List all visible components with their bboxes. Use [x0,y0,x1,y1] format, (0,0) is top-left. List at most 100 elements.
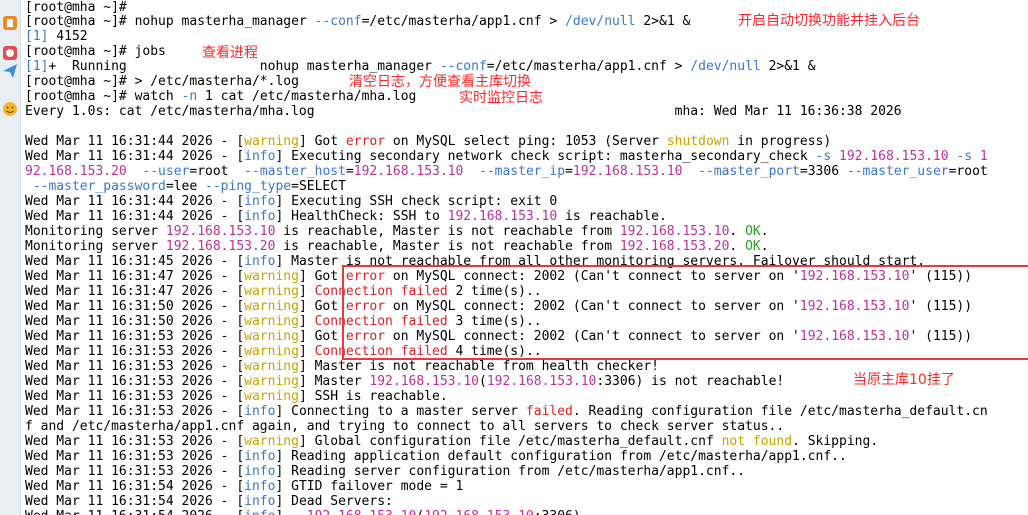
terminal-text-segment: Wed Mar 11 16:31:53 2026 - [ [25,389,245,404]
terminal-line: Wed Mar 11 16:31:53 2026 - [warning] Glo… [25,434,878,449]
terminal-text-segment: Wed Mar 11 16:31:53 2026 - [ [25,359,245,374]
terminal-text-segment: --master_host [244,164,346,179]
terminal-text-segment: 1 [979,149,988,164]
terminal-line: [1] 4152 [25,29,88,44]
terminal-text-segment: 192.168.153.10 [165,224,276,239]
terminal-text-segment: 4152 [48,29,88,44]
terminal-line: [root@mha ~]# [25,0,127,15]
terminal-text-segment: info [244,194,276,209]
terminal-text-segment: 192.168.153.10 [619,224,730,239]
terminal-text-segment: ] Reading application default configurat… [275,449,847,464]
terminal-text-segment: ] [298,314,315,329]
send-icon[interactable] [1,62,19,80]
terminal-text-segment: ] Got [298,329,346,344]
terminal-text-segment: Wed Mar 11 16:31:44 2026 - [ [25,134,245,149]
terminal-text-segment: 192.168.153.10 [369,374,479,389]
terminal-text-segment: 2>&1 & [635,14,691,29]
terminal-text-segment: . Reading configuration file /etc/master… [572,404,988,419]
terminal-text-segment: :3306) [534,509,581,515]
terminal-text-segment: warning [244,434,299,449]
terminal-text-segment: --master_user [846,164,949,179]
terminal-text-segment: info [244,479,276,494]
terminal-line: Wed Mar 11 16:31:54 2026 - [info] 192.16… [25,509,581,515]
terminal-line: [root@mha ~]# watch -n 1 cat /etc/master… [25,89,416,104]
app-icon-red[interactable] [1,44,19,62]
app-icon-orange[interactable] [1,14,19,32]
terminal-text-segment: is reachable. [557,209,667,224]
terminal-line: Wed Mar 11 16:31:44 2026 - [info] Health… [25,209,667,224]
terminal-text-segment: warning [244,374,299,389]
terminal-text-segment: Wed Mar 11 16:31:44 2026 - [ [25,149,245,164]
terminal-text-segment: Wed Mar 11 16:31:47 2026 - [ [25,284,245,299]
terminal-text-segment: warning [244,329,299,344]
terminal-text-segment: -s [956,149,973,164]
terminal-text-segment: Wed Mar 11 16:31:50 2026 - [ [25,299,245,314]
terminal-line: --master_password=lee --ping_type=SELECT [25,179,346,194]
terminal-text-segment: shutdown [666,134,730,149]
terminal-text-segment: not found [721,434,793,449]
terminal-text-segment: Wed Mar 11 16:31:53 2026 - [ [25,374,245,389]
terminal-text-segment: ( [478,374,487,389]
terminal-text-segment: 192.168.153.20 [165,239,276,254]
emoji-icon[interactable] [1,100,19,118]
terminal-line: Monitoring server 192.168.153.20 is reac… [25,239,769,254]
terminal-text-segment: --conf [314,14,362,29]
terminal-text-segment: Wed Mar 11 16:31:54 2026 - [ [25,509,244,515]
left-taskbar [0,0,21,515]
terminal-text-segment: . [760,224,769,239]
terminal-text-segment: --ping_type [205,179,292,194]
terminal-text-segment: :3306) is not reachable! [596,374,785,389]
terminal-line: Wed Mar 11 16:31:53 2026 - [info] Readin… [25,464,745,479]
terminal-output[interactable]: [root@mha ~]# [root@mha ~]# nohup masterh… [25,0,1028,515]
terminal-text-segment: --master_port [698,164,800,179]
terminal-text-segment: info [244,404,276,419]
terminal-text-segment: ] Got [298,134,346,149]
terminal-line: Wed Mar 11 16:31:44 2026 - [info] Execut… [25,149,988,164]
terminal-text-segment: --conf [439,59,487,74]
terminal-text-segment: Wed Mar 11 16:31:44 2026 - [ [25,194,245,209]
terminal-text-segment: [1] [25,29,49,44]
terminal-text-segment: info [244,509,275,515]
terminal-line: [root@mha ~]# > /etc/masterha/*.log [25,74,299,89]
terminal-text-segment: =3306 [799,164,847,179]
terminal-text-segment: Wed Mar 11 16:31:53 2026 - [ [25,404,245,419]
terminal-text-segment: 2>&1 & [760,59,816,74]
terminal-text-segment: -n [181,89,198,104]
terminal-line: Wed Mar 11 16:31:53 2026 - [warning] SSH… [25,389,448,404]
terminal-text-segment: . Skipping. [792,434,879,449]
terminal-line: [root@mha ~]# nohup masterha_manager --c… [25,14,690,29]
terminal-line: Wed Mar 11 16:31:53 2026 - [info] Connec… [25,404,988,419]
terminal-text-segment: [root@mha ~]# nohup masterha_manager [25,14,315,29]
terminal-text-segment: ] Reading server configuration from /etc… [275,464,746,479]
terminal-text-segment: = [565,164,573,179]
terminal-text-segment: =SELECT [291,179,346,194]
terminal-text-segment: ] Global configuration file /etc/masterh… [298,434,722,449]
terminal-text-segment: Wed Mar 11 16:31:53 2026 - [ [25,344,245,359]
terminal-line: Wed Mar 11 16:31:44 2026 - [info] Execut… [25,194,557,209]
terminal-text-segment: . [760,239,769,254]
terminal-line: [1]+ Running nohup masterha_manager --co… [25,59,816,74]
terminal-text-segment: =root [189,164,245,179]
terminal-text-segment: info [244,464,276,479]
terminal-text-segment: in progress) [729,134,832,149]
terminal-text-segment: 192.168.153.10 [447,209,558,224]
terminal-text-segment: [1] [25,59,49,74]
terminal-line: Wed Mar 11 16:31:53 2026 - [warning] Mas… [25,359,659,374]
terminal-text-segment: Wed Mar 11 16:31:45 2026 - [ [25,254,245,269]
terminal-text-segment: warning [244,269,299,284]
terminal-text-segment: 192.168.153.10 [424,509,534,515]
terminal-line: [root@mha ~]# jobs [25,44,166,59]
annotation-start-failover: 开启自动切换功能并挂入后台 [738,13,920,29]
terminal-line: 92.168.153.20 --user=root --master_host=… [25,164,988,179]
terminal-text-segment: ] Executing secondary network check scri… [275,149,816,164]
annotation-clear-log: 清空日志，方便查看主库切换 [349,74,531,90]
terminal-line: f and /etc/masterha/app1.cnf again, and … [25,419,784,434]
terminal-text-segment: -s [815,149,832,164]
terminal-text-segment: /dev/null [690,59,761,74]
terminal-text-segment: ] Dead Servers: [275,494,393,509]
terminal-text-segment: ] Executing SSH check script: exit 0 [275,194,558,209]
